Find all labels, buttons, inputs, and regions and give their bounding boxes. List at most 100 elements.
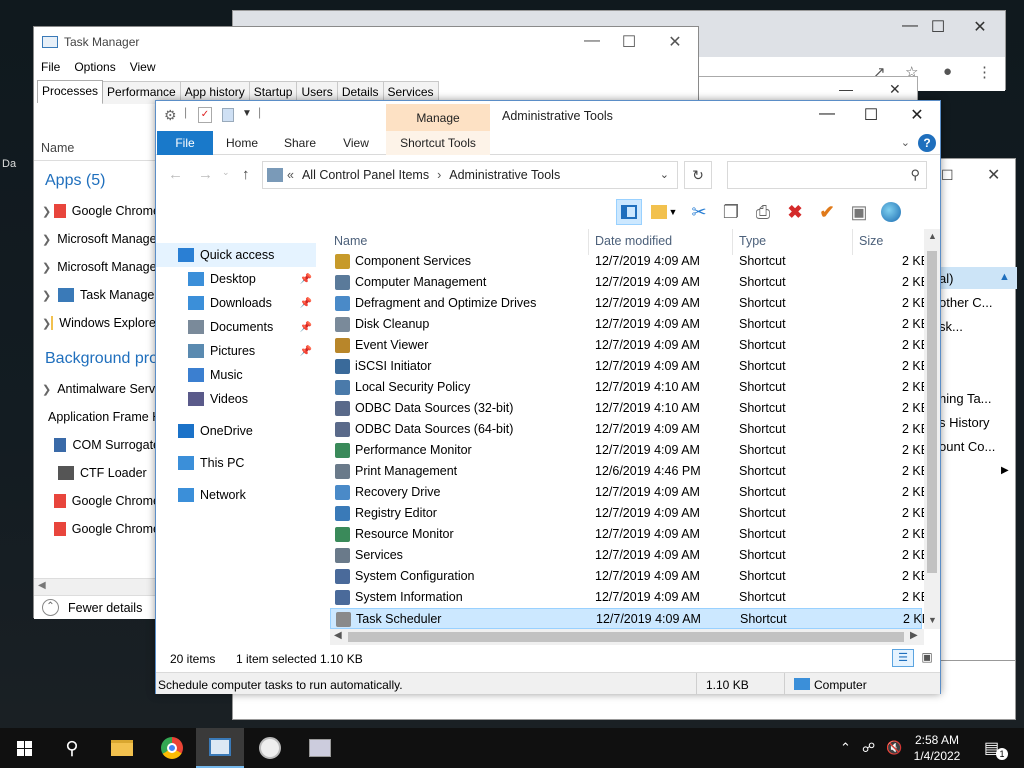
- maximize-icon[interactable]: ☐: [915, 17, 961, 37]
- nav-item[interactable]: Music: [156, 363, 316, 387]
- help-icon[interactable]: ?: [918, 134, 936, 152]
- close-icon[interactable]: ✕: [655, 32, 695, 52]
- horizontal-scrollbar[interactable]: ◀ ▶: [330, 629, 924, 645]
- tab-processes[interactable]: Processes: [37, 80, 104, 103]
- list-item[interactable]: s History: [939, 415, 990, 430]
- close-icon[interactable]: ✕: [957, 17, 1003, 37]
- profile-icon[interactable]: ●: [943, 63, 952, 80]
- process-row[interactable]: Google Chrome: [42, 518, 160, 540]
- file-row[interactable]: Recovery Drive 12/7/2019 4:09 AM Shortcut 2…: [330, 482, 929, 503]
- process-row[interactable]: Google Chrome: [42, 490, 160, 512]
- large-icons-view-icon[interactable]: ▣: [918, 649, 936, 667]
- volume-muted-icon[interactable]: 🔇: [886, 740, 902, 756]
- expand-icon[interactable]: ❯: [42, 261, 51, 274]
- back-icon[interactable]: ←: [168, 166, 183, 183]
- cut-icon[interactable]: ✂: [686, 199, 712, 225]
- maximize-icon[interactable]: ☐: [941, 167, 954, 184]
- process-row[interactable]: CTF Loader: [42, 462, 160, 484]
- search-button[interactable]: ⚲: [48, 728, 96, 768]
- taskbar-chrome[interactable]: [148, 728, 196, 768]
- column-header[interactable]: Name: [34, 103, 159, 161]
- tab-home[interactable]: Home: [222, 131, 262, 155]
- tab-shortcut-tools[interactable]: Shortcut Tools: [386, 131, 490, 155]
- tab-file[interactable]: File: [157, 131, 213, 155]
- show-hidden-icons[interactable]: ⌃: [840, 740, 851, 756]
- expand-icon[interactable]: ❯: [42, 317, 51, 330]
- scroll-left-icon[interactable]: ◀: [334, 630, 342, 641]
- file-row[interactable]: Computer Management 12/7/2019 4:09 AM Shor…: [330, 272, 929, 293]
- close-icon[interactable]: ✕: [889, 81, 901, 98]
- pin-icon[interactable]: 📌: [300, 322, 312, 333]
- properties-icon[interactable]: ✓: [198, 107, 212, 123]
- rename-check-icon[interactable]: ✔: [814, 199, 840, 225]
- manage-contextual-tab[interactable]: Manage: [386, 104, 490, 131]
- process-row[interactable]: ❯ Task Manager: [42, 284, 160, 306]
- nav-item[interactable]: Desktop 📌: [156, 267, 316, 291]
- menu-icon[interactable]: ⋮: [977, 63, 992, 81]
- file-row[interactable]: Local Security Policy 12/7/2019 4:10 AM Sh…: [330, 377, 929, 398]
- menu-options[interactable]: Options: [74, 60, 115, 74]
- nav-item[interactable]: Pictures 📌: [156, 339, 316, 363]
- delete-icon[interactable]: ✖: [782, 199, 808, 225]
- expand-icon[interactable]: ❯: [42, 205, 54, 218]
- minimize-icon[interactable]: —: [572, 32, 612, 50]
- pin-icon[interactable]: 📌: [300, 346, 312, 357]
- tab-view[interactable]: View: [336, 131, 376, 155]
- column-header-name[interactable]: Name: [334, 234, 367, 248]
- up-icon[interactable]: ↑: [242, 166, 250, 183]
- settings-icon[interactable]: ⚙: [164, 107, 177, 124]
- process-row[interactable]: ❯ Windows Explorer: [42, 312, 160, 334]
- minimize-icon[interactable]: —: [804, 105, 850, 123]
- process-row[interactable]: ❯ Antimalware Service Executable: [42, 378, 160, 400]
- refresh-button[interactable]: ↻: [684, 161, 712, 189]
- file-row[interactable]: Task Scheduler 12/7/2019 4:09 AM Shortcut 2…: [330, 608, 930, 629]
- column-header-date[interactable]: Date modified: [595, 234, 672, 248]
- breadcrumb-admin-tools[interactable]: Administrative Tools: [449, 168, 560, 182]
- search-input[interactable]: ⚲: [727, 161, 927, 189]
- column-name[interactable]: Name: [41, 141, 74, 155]
- file-row[interactable]: Defragment and Optimize Drives 12/7/2019 …: [330, 293, 929, 314]
- nav-item[interactable]: This PC: [156, 451, 316, 475]
- minimize-icon[interactable]: —: [839, 81, 853, 97]
- properties-card-icon[interactable]: ▣: [846, 199, 872, 225]
- menu-file[interactable]: File: [41, 60, 60, 74]
- recent-locations-icon[interactable]: ⌄: [222, 167, 230, 178]
- breadcrumb-control-panel[interactable]: All Control Panel Items: [302, 168, 429, 182]
- copy-icon[interactable]: ❐: [718, 199, 744, 225]
- file-row[interactable]: ODBC Data Sources (64-bit) 12/7/2019 4:09…: [330, 419, 929, 440]
- scroll-thumb[interactable]: [348, 632, 904, 642]
- vertical-scrollbar[interactable]: ▲ ▼: [924, 229, 940, 629]
- new-folder-dropdown-icon[interactable]: ▼: [648, 199, 680, 225]
- fewer-details-button[interactable]: ⌃ Fewer details: [34, 595, 159, 619]
- pin-icon[interactable]: 📌: [300, 274, 312, 285]
- forward-icon[interactable]: →: [198, 166, 213, 183]
- new-folder-icon[interactable]: [222, 108, 234, 122]
- address-overflow[interactable]: «: [287, 168, 294, 182]
- scroll-right-icon[interactable]: ▶: [910, 630, 918, 641]
- list-item[interactable]: ning Ta...: [939, 391, 992, 406]
- taskbar-task-manager[interactable]: [196, 728, 244, 768]
- nav-item[interactable]: Network: [156, 483, 316, 507]
- explorer-window[interactable]: ⚙ | ✓ ▼ | Manage Administrative Tools — …: [155, 100, 941, 695]
- file-row[interactable]: System Information 12/7/2019 4:09 AM Short…: [330, 587, 929, 608]
- nav-item[interactable]: Downloads 📌: [156, 291, 316, 315]
- list-item[interactable]: sk...: [939, 319, 963, 334]
- column-header-type[interactable]: Type: [739, 234, 766, 248]
- file-row[interactable]: Component Services 12/7/2019 4:09 AM Short…: [330, 251, 929, 272]
- process-row[interactable]: ❯ Microsoft Management Console: [42, 256, 160, 278]
- scroll-thumb[interactable]: [927, 251, 937, 573]
- expand-icon[interactable]: ❯: [42, 383, 51, 396]
- maximize-icon[interactable]: ☐: [609, 32, 649, 52]
- nav-item[interactable]: OneDrive: [156, 419, 316, 443]
- process-row[interactable]: COM Surrogate: [42, 434, 160, 456]
- file-row[interactable]: Event Viewer 12/7/2019 4:09 AM Shortcut 2 K…: [330, 335, 929, 356]
- pin-icon[interactable]: 📌: [300, 298, 312, 309]
- process-row[interactable]: ❯ Google Chrome: [42, 200, 160, 222]
- process-row[interactable]: ❯ Microsoft Management Console: [42, 228, 160, 250]
- taskbar-mmc[interactable]: [296, 728, 344, 768]
- nav-item[interactable]: Documents 📌: [156, 315, 316, 339]
- close-icon[interactable]: ✕: [987, 165, 1000, 185]
- chevron-right-icon[interactable]: ▶: [1001, 465, 1009, 476]
- file-row[interactable]: Print Management 12/6/2019 4:46 PM Shortcu…: [330, 461, 929, 482]
- expand-icon[interactable]: ❯: [42, 289, 58, 302]
